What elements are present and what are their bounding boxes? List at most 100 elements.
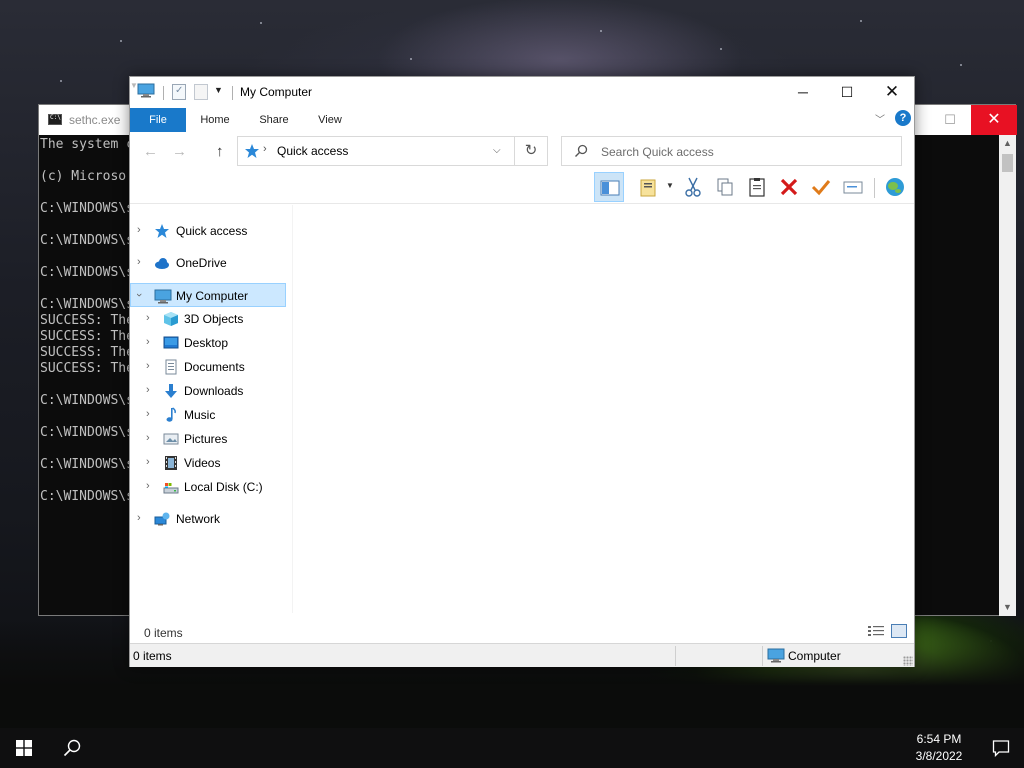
system-clock[interactable]: 6:54 PM 3/8/2022 <box>900 731 978 765</box>
tab-view[interactable]: View <box>310 108 350 132</box>
action-center-button[interactable] <box>978 728 1024 768</box>
chevron-down-icon[interactable]: ▼ <box>666 181 674 190</box>
large-icons-view-icon[interactable] <box>891 624 907 638</box>
pane-divider[interactable] <box>292 205 293 613</box>
close-icon[interactable]: ✕ <box>971 105 1017 135</box>
globe-icon[interactable] <box>880 172 910 202</box>
sidebar-item-onedrive[interactable]: › OneDrive <box>130 251 286 275</box>
sidebar-item-quick-access[interactable]: › Quick access <box>130 219 286 243</box>
details-view-icon[interactable] <box>868 625 884 638</box>
chevron-right-icon[interactable]: › <box>146 432 150 444</box>
address-bar[interactable]: › Quick access ⌵ <box>237 136 515 166</box>
resize-grip[interactable] <box>903 656 913 666</box>
chevron-right-icon[interactable]: › <box>137 224 141 236</box>
star <box>260 22 262 24</box>
star <box>410 58 412 60</box>
start-button[interactable] <box>0 728 48 768</box>
refresh-button[interactable]: ↻ <box>515 136 548 166</box>
chevron-down-icon[interactable]: ⌵ <box>493 145 501 156</box>
search-icon <box>574 144 588 158</box>
ribbon-tabs: File Home Share View <box>130 108 914 132</box>
sidebar-item-music[interactable]: › Music <box>130 403 286 427</box>
taskbar: 6:54 PM 3/8/2022 <box>0 728 1024 768</box>
delete-icon[interactable] <box>774 172 804 202</box>
tab-share[interactable]: Share <box>252 108 296 132</box>
chevron-right-icon[interactable]: › <box>146 408 150 420</box>
qat-separator <box>163 86 164 100</box>
breadcrumb-location[interactable]: Quick access <box>277 144 348 158</box>
new-folder-icon[interactable] <box>194 84 208 100</box>
sidebar-item-label: Documents <box>184 360 245 374</box>
help-button[interactable]: ? <box>895 110 911 126</box>
rename-icon[interactable] <box>838 172 868 202</box>
search-input[interactable]: Search Quick access <box>561 136 902 166</box>
scroll-down-icon[interactable]: ▼ <box>999 599 1016 616</box>
close-button[interactable]: ✕ <box>869 77 915 107</box>
documents-icon <box>163 359 179 375</box>
chevron-right-icon[interactable]: › <box>137 512 141 524</box>
scroll-thumb[interactable] <box>1002 154 1013 172</box>
chevron-right-icon[interactable]: › <box>146 312 150 324</box>
console-line: C:\WINDOWS\s <box>40 457 134 472</box>
console-scrollbar[interactable]: ▲ ▼ <box>999 135 1016 616</box>
chevron-down-icon[interactable]: ﹀ <box>875 111 885 126</box>
sidebar-item-my-computer[interactable]: › My Computer <box>130 283 286 307</box>
sidebar-item-documents[interactable]: › Documents <box>130 355 286 379</box>
status-bar: 0 items Computer <box>130 643 914 667</box>
console-line: SUCCESS: The <box>40 361 134 376</box>
file-list-area[interactable] <box>294 205 914 615</box>
chevron-right-icon[interactable]: › <box>137 256 141 268</box>
console-line: SUCCESS: The <box>40 329 134 344</box>
chevron-right-icon[interactable]: › <box>146 480 150 492</box>
copy-icon[interactable] <box>710 172 740 202</box>
console-output[interactable]: The system c (c) Microso C:\WINDOWS\s C:… <box>40 137 134 505</box>
chevron-right-icon[interactable]: › <box>146 360 150 372</box>
paste-icon[interactable] <box>742 172 772 202</box>
sidebar-item-downloads[interactable]: › Downloads <box>130 379 286 403</box>
apply-icon[interactable] <box>806 172 836 202</box>
qat-dropdown-icon[interactable]: ▼ <box>214 85 223 95</box>
breadcrumb-separator[interactable]: › <box>263 143 267 155</box>
desktop-icon <box>163 335 179 351</box>
cut-icon[interactable] <box>678 172 708 202</box>
sidebar-item-local-disk[interactable]: › Local Disk (C:) <box>130 475 286 499</box>
item-count: 0 items <box>144 626 183 640</box>
properties-icon[interactable] <box>634 172 664 202</box>
preview-pane-icon[interactable] <box>594 172 624 202</box>
chevron-right-icon[interactable]: › <box>146 384 150 396</box>
sidebar-item-3d-objects[interactable]: › 3D Objects <box>130 307 286 331</box>
star <box>60 80 62 82</box>
sidebar-item-network[interactable]: › Network <box>130 507 286 531</box>
titlebar[interactable]: ▼ My Computer ─ ☐ ✕ <box>130 77 914 108</box>
console-app-icon <box>48 114 62 125</box>
maximize-icon[interactable]: ☐ <box>927 105 973 135</box>
sidebar-item-desktop[interactable]: › Desktop <box>130 331 286 355</box>
properties-icon[interactable] <box>172 84 186 100</box>
console-line: C:\WINDOWS\s <box>40 489 134 504</box>
taskbar-search-button[interactable] <box>48 728 96 768</box>
tab-file[interactable]: File <box>130 108 186 132</box>
up-arrow-icon[interactable]: ↑ <box>216 143 224 160</box>
navigation-pane[interactable]: › Quick access › OneDrive › My Computer … <box>130 205 288 617</box>
sidebar-item-videos[interactable]: › Videos <box>130 451 286 475</box>
minimize-button[interactable]: ─ <box>780 77 826 107</box>
chevron-right-icon[interactable]: › <box>146 456 150 468</box>
back-arrow-icon[interactable]: ← <box>143 143 158 160</box>
scroll-up-icon[interactable]: ▲ <box>999 135 1016 152</box>
sidebar-item-pictures[interactable]: › Pictures <box>130 427 286 451</box>
maximize-button[interactable]: ☐ <box>824 77 870 107</box>
file-explorer-window[interactable]: ▼ My Computer ─ ☐ ✕ File Home Share View… <box>129 76 915 667</box>
console-line: C:\WINDOWS\s <box>40 393 134 408</box>
sidebar-item-label: Local Disk (C:) <box>184 480 263 494</box>
chevron-right-icon[interactable]: › <box>146 336 150 348</box>
console-line: C:\WINDOWS\s <box>40 265 134 280</box>
chevron-down-icon[interactable]: › <box>133 293 145 297</box>
computer-icon[interactable] <box>137 83 155 98</box>
forward-arrow-icon[interactable]: → <box>172 143 187 160</box>
tab-home[interactable]: Home <box>192 108 238 132</box>
